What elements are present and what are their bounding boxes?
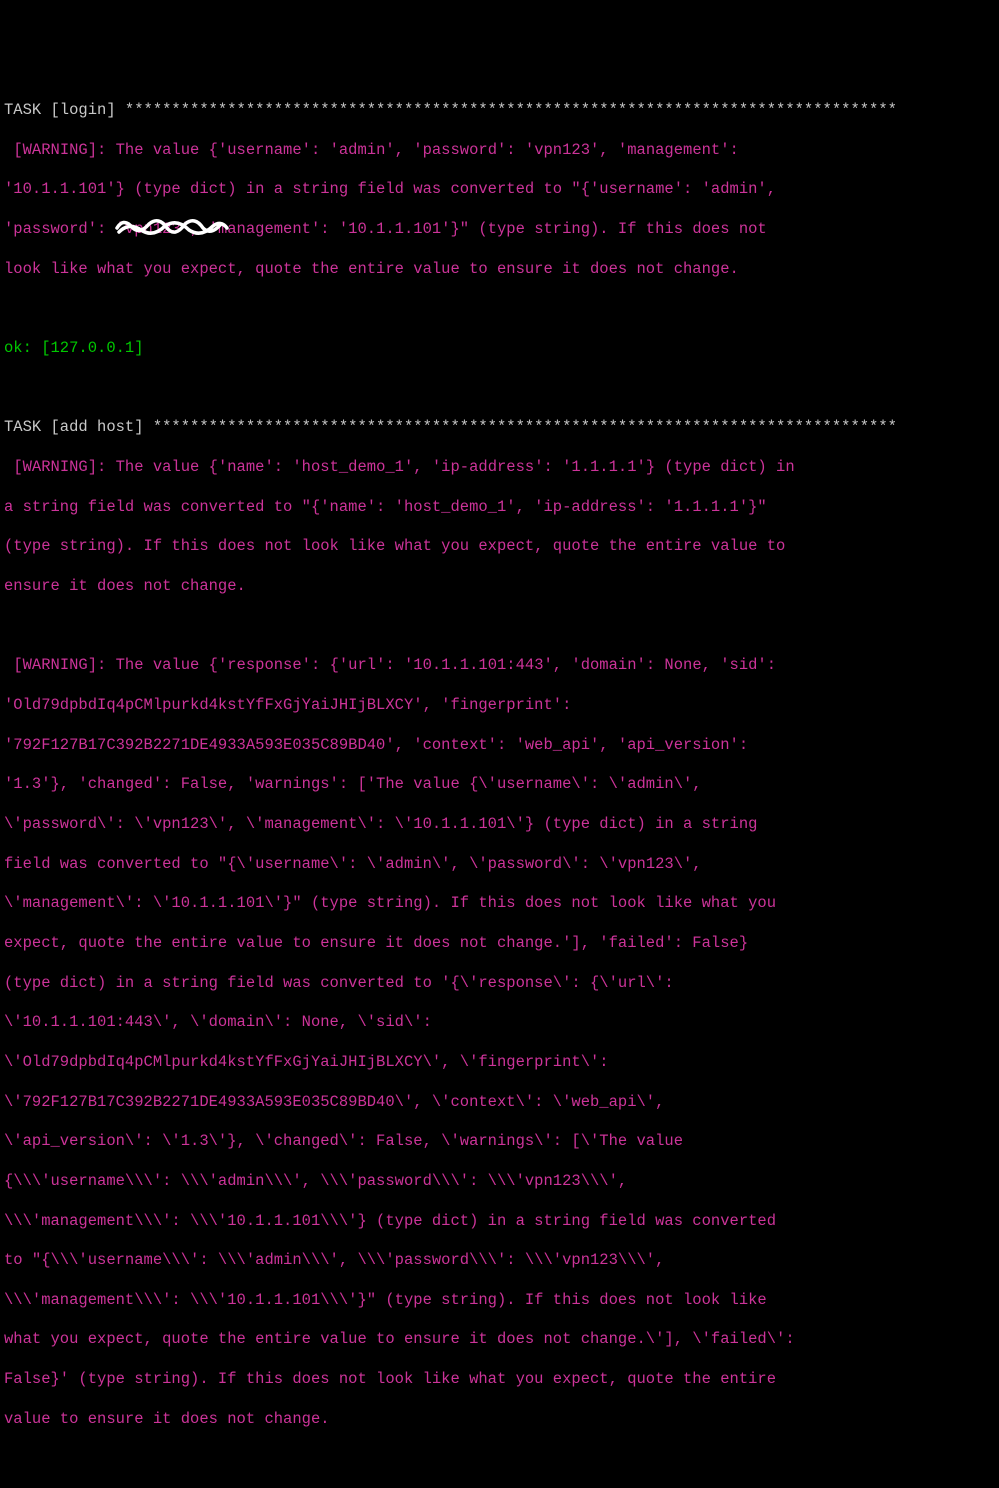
redacted-password: vpn123 <box>125 220 181 238</box>
warning-text-pre: 'password': ' <box>4 220 125 238</box>
warning-text: {\\\'username\\\': \\\'admin\\\', \\\'pa… <box>4 1172 995 1192</box>
blank-line <box>4 379 995 399</box>
warning-text: '10.1.1.101'} (type dict) in a string fi… <box>4 180 995 200</box>
warning-text: \\\'management\\\': \\\'10.1.1.101\\\'} … <box>4 1212 995 1232</box>
warning-text: [WARNING]: The value {'response': {'url'… <box>4 656 995 676</box>
warning-text: \\\'management\\\': \\\'10.1.1.101\\\'}"… <box>4 1291 995 1311</box>
warning-text: 'Old79dpbdIq4pCMlpurkd4kstYfFxGjYaiJHIjB… <box>4 696 995 716</box>
warning-text: \'management\': \'10.1.1.101\'}" (type s… <box>4 894 995 914</box>
warning-text: [WARNING]: The value {'username': 'admin… <box>4 141 995 161</box>
warning-text: 'password': 'vpn123', 'management': '10.… <box>4 220 995 240</box>
ok-status: ok: [127.0.0.1] <box>4 339 995 359</box>
warning-text: \'Old79dpbdIq4pCMlpurkd4kstYfFxGjYaiJHIj… <box>4 1053 995 1073</box>
warning-text: to "{\\\'username\\\': \\\'admin\\\', \\… <box>4 1251 995 1271</box>
warning-text: expect, quote the entire value to ensure… <box>4 934 995 954</box>
warning-text-post: ', 'management': '10.1.1.101'}" (type st… <box>181 220 767 238</box>
blank-line <box>4 617 995 637</box>
warning-text: False}' (type string). If this does not … <box>4 1370 995 1390</box>
warning-text: [WARNING]: The value {'name': 'host_demo… <box>4 458 995 478</box>
warning-text: what you expect, quote the entire value … <box>4 1330 995 1350</box>
warning-text: value to ensure it does not change. <box>4 1410 995 1430</box>
warning-text: \'password\': \'vpn123\', \'management\'… <box>4 815 995 835</box>
task-header-addhost: TASK [add host] ************************… <box>4 418 995 438</box>
warning-text: (type string). If this does not look lik… <box>4 537 995 557</box>
warning-text: ensure it does not change. <box>4 577 995 597</box>
terminal-output: TASK [login] ***************************… <box>4 81 995 1449</box>
warning-text: \'api_version\': \'1.3\'}, \'changed\': … <box>4 1132 995 1152</box>
warning-text: field was converted to "{\'username\': \… <box>4 855 995 875</box>
warning-text: (type dict) in a string field was conver… <box>4 974 995 994</box>
blank-line <box>4 299 995 319</box>
warning-text: '1.3'}, 'changed': False, 'warnings': ['… <box>4 775 995 795</box>
warning-text: look like what you expect, quote the ent… <box>4 260 995 280</box>
warning-text: \'792F127B17C392B2271DE4933A593E035C89BD… <box>4 1093 995 1113</box>
warning-text: '792F127B17C392B2271DE4933A593E035C89BD4… <box>4 736 995 756</box>
warning-text: \'10.1.1.101:443\', \'domain\': None, \'… <box>4 1013 995 1033</box>
task-header-login: TASK [login] ***************************… <box>4 101 995 121</box>
warning-text: a string field was converted to "{'name'… <box>4 498 995 518</box>
